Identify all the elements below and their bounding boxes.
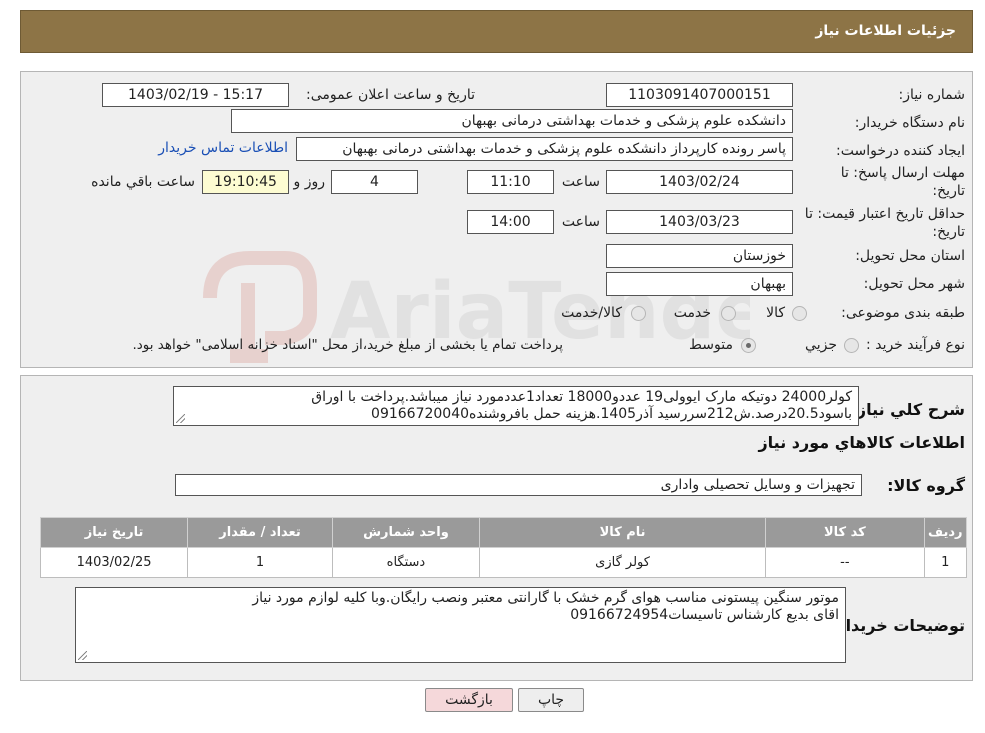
- table-row: 1 -- کولر گازی دستگاه 1 1403/02/25: [39, 547, 968, 578]
- buyer-contact-link[interactable]: اطلاعات تماس خریدار: [158, 140, 288, 156]
- cell-item-code: --: [765, 547, 925, 578]
- col-item-code: کد کالا: [765, 517, 925, 548]
- items-table-header: ردیف کد کالا نام کالا واحد شمارش تعداد /…: [39, 517, 968, 548]
- goods-group-field: تجهیزات و وسایل تحصیلی واداری: [175, 474, 862, 496]
- process-option-medium: متوسط: [689, 337, 733, 353]
- resize-grip-icon[interactable]: [176, 414, 185, 423]
- process-radio-medium[interactable]: [741, 338, 756, 353]
- days-remaining-field: 4: [331, 170, 418, 194]
- resize-grip-icon[interactable]: [78, 651, 87, 660]
- goods-group-label: گروه کالا:: [887, 476, 965, 495]
- creator-field: پاسر رونده کارپرداز دانشکده علوم پزشکی و…: [296, 137, 793, 161]
- need-number-label: شماره نیاز:: [898, 87, 966, 103]
- page-title: جزئیات اطلاعات نیاز: [815, 23, 956, 39]
- page-header: جزئیات اطلاعات نیاز: [20, 10, 973, 53]
- buyer-org-label: نام دستگاه خریدار:: [854, 115, 965, 131]
- general-description-field[interactable]: کولر24000 دوتیکه مارک ایوولی19 عددو18000…: [173, 386, 859, 426]
- cell-item-name: کولر گازی: [478, 547, 767, 578]
- time-remaining-field: 19:10:45: [202, 170, 289, 194]
- category-option-service: خدمت: [673, 305, 711, 321]
- deadline-time-label: ساعت: [561, 174, 600, 190]
- cell-quantity: 1: [187, 547, 333, 578]
- deadline-time-field: 11:10: [467, 170, 554, 194]
- deadline-label: مهلت ارسال پاسخ: تا: [840, 165, 965, 181]
- back-button[interactable]: بازگشت: [425, 688, 513, 712]
- need-number-field: 1103091407000151: [606, 83, 793, 107]
- col-quantity: تعداد / مقدار: [187, 517, 333, 548]
- category-radio-goods[interactable]: [792, 306, 807, 321]
- col-item-name: نام کالا: [478, 517, 767, 548]
- category-option-goods: کالا: [766, 305, 785, 321]
- process-type-label: نوع فرآیند خرید :: [866, 337, 965, 353]
- deadline-label-date: تاریخ:: [932, 183, 965, 199]
- col-unit: واحد شمارش: [331, 517, 480, 548]
- process-option-minor: جزیي: [805, 337, 837, 353]
- province-label: استان محل تحویل:: [855, 248, 965, 264]
- process-radio-minor[interactable]: [844, 338, 859, 353]
- category-label: طبقه بندی موضوعی:: [841, 305, 965, 321]
- buyer-org-field: دانشکده علوم پزشکی و خدمات بهداشتی درمان…: [231, 109, 793, 133]
- category-radio-service[interactable]: [721, 306, 736, 321]
- col-need-date: تاریخ نیاز: [39, 517, 189, 548]
- buyer-notes-field[interactable]: موتور سنگین پیستونی مناسب هوای گرم خشک ب…: [75, 587, 846, 663]
- general-description-label: شرح کلي نیاز:: [850, 400, 965, 419]
- announce-datetime-field: 1403/02/19 - 15:17: [102, 83, 289, 107]
- items-table: ردیف کد کالا نام کالا واحد شمارش تعداد /…: [39, 517, 968, 578]
- general-description-line-1: کولر24000 دوتیکه مارک ایوولی19 عددو18000…: [311, 389, 852, 405]
- buyer-notes-label: توضیحات خریدار:: [829, 616, 965, 635]
- category-option-goods-service: کالا/خدمت: [561, 305, 622, 321]
- creator-label: ایجاد کننده درخواست:: [836, 143, 965, 159]
- cell-unit: دستگاه: [331, 547, 480, 578]
- process-payment-note: پرداخت تمام یا بخشی از مبلغ خرید،از محل …: [132, 337, 563, 353]
- cell-need-date: 1403/02/25: [39, 547, 189, 578]
- general-description-line-2: باسود20.5درصد.ش212سررسید آذر1405.هزینه ح…: [371, 406, 852, 422]
- print-button[interactable]: چاپ: [518, 688, 584, 712]
- col-row-number: ردیف: [923, 517, 968, 548]
- validity-time-field: 14:00: [467, 210, 554, 234]
- city-field: بهبهان: [606, 272, 793, 296]
- announce-datetime-label: تاریخ و ساعت اعلان عمومی:: [306, 87, 475, 103]
- time-remaining-label: ساعت باقي مانده: [91, 174, 195, 190]
- cell-row-number: 1: [923, 547, 968, 578]
- validity-date-field: 1403/03/23: [606, 210, 793, 234]
- validity-label-date: تاریخ:: [932, 224, 965, 240]
- validity-label: حداقل تاریخ اعتبار قیمت: تا: [804, 206, 965, 222]
- city-label: شهر محل تحویل:: [863, 276, 965, 292]
- category-radio-goods-service[interactable]: [631, 306, 646, 321]
- buyer-notes-line-1: موتور سنگین پیستونی مناسب هوای گرم خشک ب…: [252, 590, 839, 606]
- days-word: روز و: [293, 174, 326, 190]
- buyer-notes-line-2: اقای بدیع کارشناس تاسیسات09166724954: [570, 607, 839, 623]
- validity-time-label: ساعت: [561, 214, 600, 230]
- deadline-date-field: 1403/02/24: [606, 170, 793, 194]
- items-heading: اطلاعات کالاهاي مورد نیاز: [758, 433, 965, 452]
- province-field: خوزستان: [606, 244, 793, 268]
